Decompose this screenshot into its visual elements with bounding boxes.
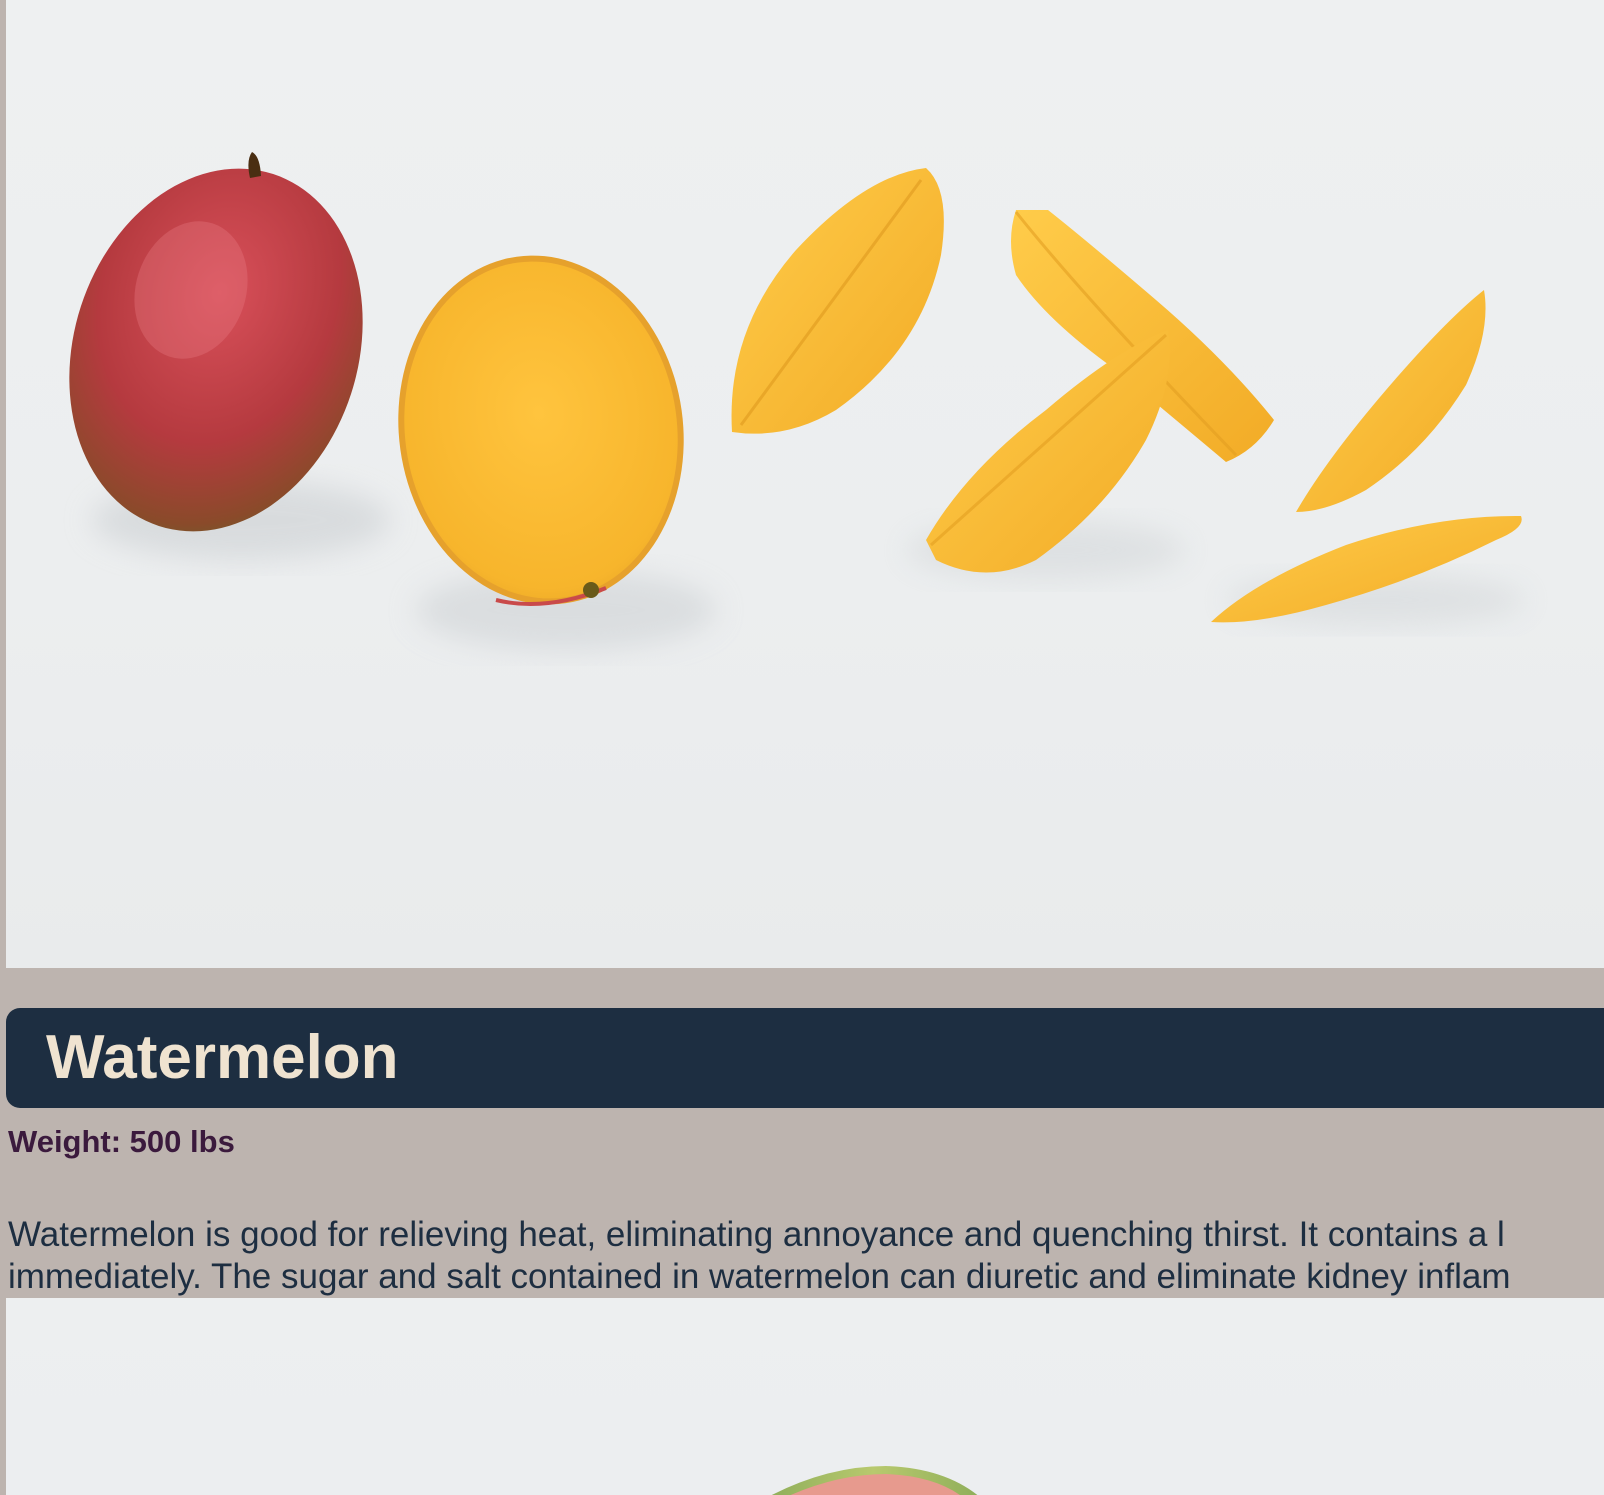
description-line: Watermelon is good for relieving heat, e… [8, 1215, 1505, 1254]
product-image-bottom [6, 1298, 1604, 1495]
product-page: Watermelon Weight: 500 lbs Watermelon is… [6, 0, 1604, 1495]
watermelon-illustration [771, 1466, 978, 1495]
product-description: Watermelon is good for relieving heat, e… [8, 1214, 1604, 1298]
product-weight: Weight: 500 lbs [8, 1124, 235, 1159]
mango-illustration [69, 152, 1526, 650]
product-title: Watermelon [46, 1023, 399, 1092]
product-image-top [6, 0, 1604, 968]
description-line: immediately. The sugar and salt containe… [8, 1257, 1511, 1296]
mango-half [404, 261, 678, 599]
product-title-bar: Watermelon [6, 1008, 1604, 1108]
